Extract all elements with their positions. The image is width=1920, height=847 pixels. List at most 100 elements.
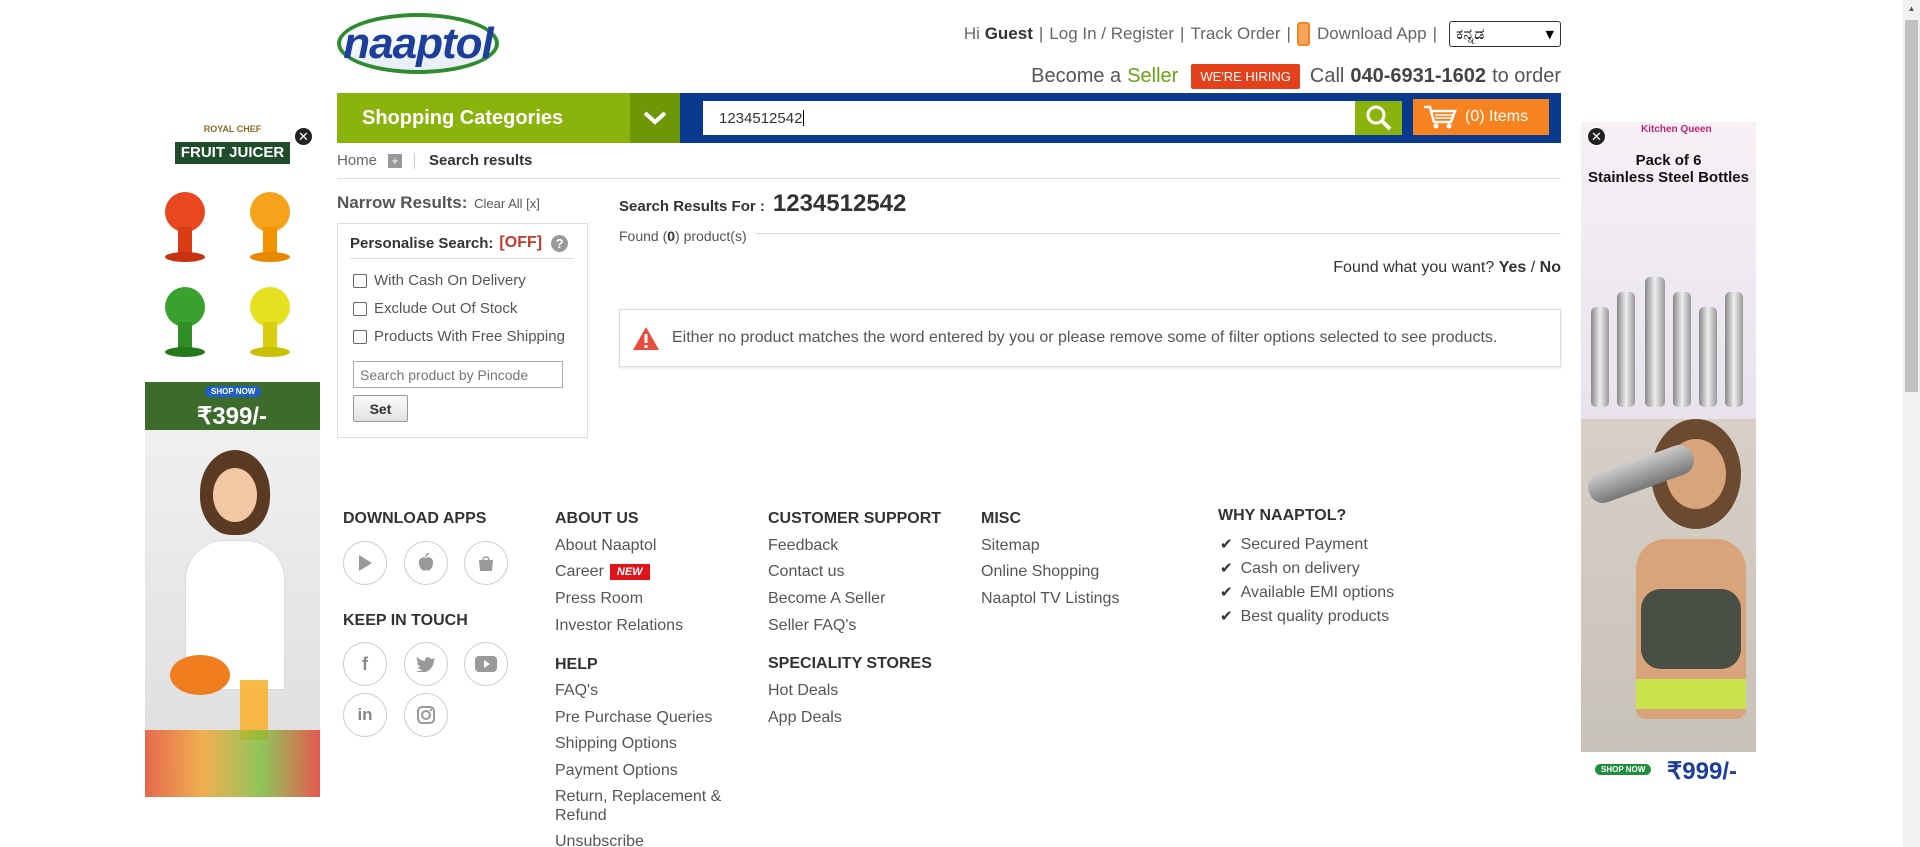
naaptol-tv-link[interactable]: Naaptol TV Listings: [981, 590, 1119, 608]
google-play-icon[interactable]: [343, 541, 387, 585]
return-replacement-link[interactable]: Return, Replacement &: [555, 788, 721, 806]
feedback-question: Found what you want? Yes / No: [1333, 259, 1561, 277]
cart-button[interactable]: (0) Items: [1413, 99, 1549, 135]
hot-deals-link[interactable]: Hot Deals: [768, 682, 838, 700]
set-button[interactable]: Set: [353, 395, 408, 422]
facebook-icon[interactable]: f: [343, 642, 387, 686]
close-left-ad-button[interactable]: ✕: [294, 127, 313, 146]
naaptol-logo[interactable]: naaptol: [337, 13, 499, 74]
pre-purchase-link[interactable]: Pre Purchase Queries: [555, 709, 712, 727]
categories-dropdown-button[interactable]: [630, 93, 680, 143]
shopping-categories-button[interactable]: Shopping Categories: [337, 93, 630, 143]
scrollbar-thumb[interactable]: [1905, 20, 1918, 392]
why-point: ✔ Available EMI options: [1220, 583, 1394, 602]
pincode-input[interactable]: Search product by Pincode: [353, 361, 563, 388]
faqs-link[interactable]: FAQ's: [555, 682, 598, 700]
feedback-link[interactable]: Feedback: [768, 537, 838, 555]
left-ad-price: ₹399/-: [197, 403, 267, 430]
why-point-label: Secured Payment: [1240, 536, 1368, 553]
personalise-label: Personalise Search:: [350, 234, 494, 252]
linkedin-icon[interactable]: in: [343, 693, 387, 737]
sitemap-link[interactable]: Sitemap: [981, 537, 1040, 555]
logo-text: naaptol: [343, 18, 493, 68]
investor-relations-link[interactable]: Investor Relations: [555, 617, 683, 635]
hiring-button[interactable]: WE'RE HIRING: [1191, 64, 1300, 89]
checkmark-icon: ✔: [1220, 584, 1233, 601]
why-point: ✔ Cash on delivery: [1220, 559, 1360, 578]
refund-link[interactable]: Refund: [555, 807, 607, 825]
left-ad-banner[interactable]: ROYAL CHEF FRUIT JUICER SHOP NOW ₹399/-: [145, 122, 320, 797]
feedback-text: Found what you want?: [1333, 259, 1495, 276]
cart-icon: [1424, 105, 1457, 129]
why-point-label: Best quality products: [1240, 608, 1390, 625]
instagram-icon[interactable]: [404, 693, 448, 737]
clear-all-link[interactable]: Clear All [x]: [474, 196, 540, 211]
red-juicer-image: [150, 182, 220, 262]
twitter-icon[interactable]: [404, 642, 448, 686]
cod-checkbox[interactable]: With Cash On Delivery: [353, 272, 526, 289]
seller-link[interactable]: Seller: [1127, 65, 1178, 88]
exclude-oos-label: Exclude Out Of Stock: [374, 300, 518, 317]
speciality-stores-heading: SPECIALITY STORES: [768, 655, 932, 672]
shipping-options-link[interactable]: Shipping Options: [555, 735, 677, 753]
woman-drinking-image: [1581, 419, 1756, 797]
download-app-link[interactable]: Download App: [1317, 24, 1427, 44]
career-link[interactable]: Career NEW: [555, 563, 650, 581]
free-shipping-checkbox[interactable]: Products With Free Shipping: [353, 328, 565, 345]
breadcrumb: Home + Search results: [337, 152, 532, 169]
checkbox-icon[interactable]: [353, 273, 367, 288]
exclude-oos-checkbox[interactable]: Exclude Out Of Stock: [353, 300, 517, 317]
to-order-text: to order: [1492, 65, 1561, 87]
help-icon[interactable]: ?: [551, 234, 569, 252]
language-value: ಕನ್ನಡ: [1456, 24, 1485, 43]
search-input[interactable]: 1234512542: [703, 101, 1355, 135]
checkmark-icon: ✔: [1220, 560, 1233, 577]
phone-number: 040-6931-1602: [1350, 65, 1487, 87]
feedback-no[interactable]: No: [1540, 259, 1561, 276]
search-button[interactable]: [1355, 101, 1402, 135]
payment-options-link[interactable]: Payment Options: [555, 762, 678, 780]
personalise-toggle[interactable]: [OFF]: [499, 234, 542, 252]
right-ad-shop-now: SHOP NOW: [1595, 764, 1652, 775]
checkbox-icon[interactable]: [353, 329, 367, 344]
why-naaptol-heading: WHY NAAPTOL?: [1218, 507, 1347, 524]
narrow-results-heading: Narrow Results: Clear All [x]: [337, 193, 540, 213]
left-ad-title: FRUIT JUICER: [175, 142, 290, 164]
press-room-link[interactable]: Press Room: [555, 590, 643, 608]
cart-count: (0) Items: [1465, 108, 1529, 125]
about-naaptol-link[interactable]: About Naaptol: [555, 537, 656, 555]
scroll-up-arrow-icon[interactable]: ▲: [1903, 0, 1920, 17]
checkbox-icon[interactable]: [353, 301, 367, 316]
right-ad-banner[interactable]: Kitchen Queen Pack of 6 Stainless Steel …: [1581, 122, 1756, 797]
cod-label: With Cash On Delivery: [374, 272, 526, 289]
search-input-value: 1234512542: [719, 109, 803, 127]
feedback-yes[interactable]: Yes: [1499, 259, 1527, 276]
language-select[interactable]: ಕನ್ನಡ ▼: [1449, 21, 1561, 47]
no-results-text: Either no product matches the word enter…: [672, 329, 1498, 346]
results-label: Search Results For :: [619, 198, 765, 215]
left-ad-price-strip: SHOP NOW ₹399/-: [145, 382, 320, 430]
app-deals-link[interactable]: App Deals: [768, 709, 842, 727]
seller-faqs-link[interactable]: Seller FAQ's: [768, 617, 856, 635]
no-results-message: Either no product matches the word enter…: [619, 309, 1561, 367]
breadcrumb-home[interactable]: Home: [337, 152, 377, 169]
youtube-icon[interactable]: [464, 642, 508, 686]
results-query: 1234512542: [772, 190, 907, 217]
misc-heading: MISC: [981, 510, 1021, 527]
search-results-title: Search Results For : 1234512542: [619, 190, 906, 218]
windows-store-icon[interactable]: [464, 541, 508, 585]
greeting-prefix: Hi: [963, 24, 980, 43]
online-shopping-link[interactable]: Online Shopping: [981, 563, 1099, 581]
found-prefix: Found (: [619, 228, 668, 244]
track-order-link[interactable]: Track Order: [1190, 24, 1280, 44]
top-links: Hi Guest | Log In / Register | Track Ord…: [964, 21, 1561, 47]
download-apps-heading: DOWNLOAD APPS: [343, 510, 487, 527]
become-seller-link[interactable]: Become A Seller: [768, 590, 885, 608]
apple-icon[interactable]: [404, 541, 448, 585]
close-right-ad-button[interactable]: ✕: [1587, 127, 1606, 146]
unsubscribe-link[interactable]: Unsubscribe: [555, 833, 644, 847]
right-ad-price: ₹999/-: [1667, 758, 1737, 785]
about-us-heading: ABOUT US: [555, 510, 639, 527]
contact-us-link[interactable]: Contact us: [768, 563, 844, 581]
login-link[interactable]: Log In / Register: [1049, 24, 1174, 44]
